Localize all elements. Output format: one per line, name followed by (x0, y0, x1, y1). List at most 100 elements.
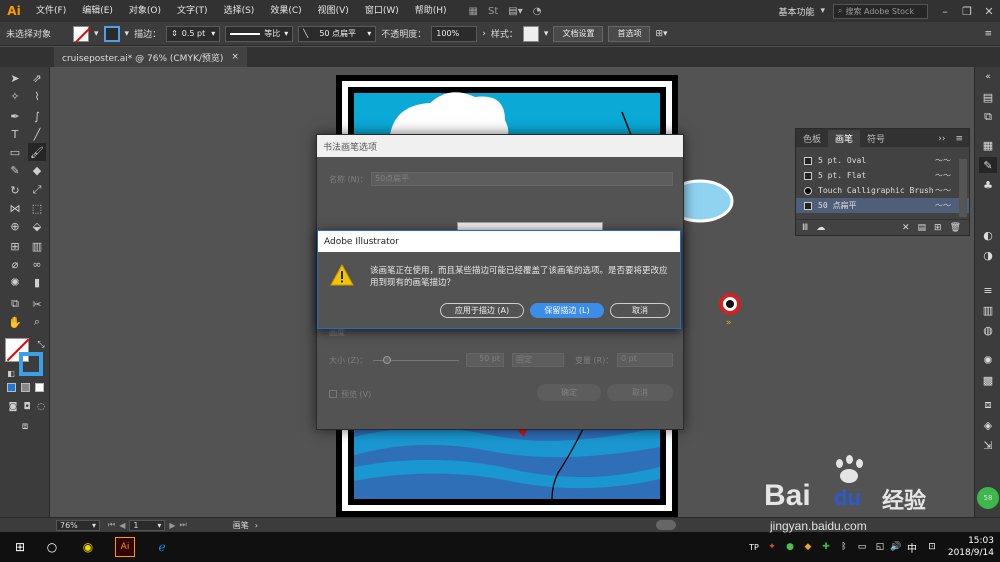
new-brush-icon[interactable]: ⊞ (934, 223, 942, 233)
horizontal-scrollbar-thumb[interactable] (656, 520, 676, 530)
gradient-tool-icon[interactable]: ▥ (28, 237, 46, 255)
shape-builder-icon[interactable]: ⊕ (6, 217, 24, 235)
cancel-button[interactable]: 取消 (607, 384, 673, 401)
appearance-icon[interactable]: ✺ (979, 352, 997, 368)
blend-tool-icon[interactable]: ∞ (28, 255, 46, 273)
preferences-button[interactable]: 首选项 (608, 25, 651, 42)
chevron-down-icon[interactable]: ▾ (125, 29, 130, 39)
remove-stroke-icon[interactable]: ✕ (902, 223, 910, 233)
menu-object[interactable]: 对象(O) (121, 0, 169, 22)
graph-tool-icon[interactable]: ▮ (28, 273, 46, 291)
stroke-swatch[interactable] (103, 25, 120, 42)
stroke-icon[interactable]: ≡ (979, 282, 997, 298)
collapse-dock-icon[interactable]: « (979, 69, 997, 85)
ime-indicator[interactable]: 中 (902, 537, 922, 557)
graphic-styles-icon[interactable]: ▩ (979, 372, 997, 388)
perspective-grid-icon[interactable]: ⊞ (6, 237, 24, 255)
gradient-mode-icon[interactable] (21, 383, 30, 392)
restore-button[interactable]: ❐ (956, 5, 978, 18)
document-setup-button[interactable]: 文档设置 (553, 25, 604, 42)
size-variation-select[interactable]: 固定 (512, 353, 564, 367)
opacity-field[interactable]: 100% (431, 25, 478, 42)
panel-menu-icon[interactable]: ≡ (984, 29, 992, 39)
libraries-icon[interactable]: ☁ (816, 223, 825, 233)
tab-symbols[interactable]: 符号 (860, 130, 892, 147)
alert-cancel-button[interactable]: 取消 (610, 303, 670, 318)
brushes-icon[interactable]: ✎ (979, 157, 997, 173)
first-artboard-icon[interactable]: ⏮ (108, 520, 115, 530)
draw-inside-icon[interactable]: ◌ (32, 398, 50, 416)
live-paint-icon[interactable]: ⬙ (28, 217, 46, 235)
workspace-switcher[interactable]: 基本功能 (772, 5, 820, 18)
fill-swatch[interactable] (73, 25, 89, 42)
last-artboard-icon[interactable]: ⏭ (180, 520, 187, 530)
zoom-select[interactable]: 76% ▾ (56, 519, 100, 531)
ok-button[interactable]: 确定 (537, 384, 601, 401)
menu-view[interactable]: 视图(V) (310, 0, 357, 22)
width-tool-icon[interactable]: ⋈ (6, 199, 24, 217)
close-tab-icon[interactable]: × (231, 52, 239, 62)
stroke-profile-select[interactable]: 等比 ▾ (225, 25, 294, 42)
stepper-icon[interactable]: ⇕ (171, 29, 178, 38)
chevron-down-icon[interactable]: ▾ (820, 6, 825, 16)
brush-item[interactable]: 5 pt. Flat ～～ (796, 168, 969, 183)
curvature-tool-icon[interactable]: ∫ (28, 107, 46, 125)
type-tool-icon[interactable]: T (6, 125, 24, 143)
brush-item[interactable]: Touch Calligraphic Brush ～～ (796, 183, 969, 198)
variation-input[interactable]: 0 pt (617, 353, 673, 367)
tray-icon[interactable]: ● (780, 537, 800, 557)
stroke-weight-field[interactable]: ⇕ 0.5 pt ▾ (166, 25, 221, 42)
pen-tool-icon[interactable]: ✒ (6, 107, 24, 125)
layers-stack-icon[interactable]: ◈ (979, 417, 997, 433)
stock-icon[interactable]: St (488, 6, 498, 17)
taskbar-clock[interactable]: 15:03 2018/9/14 (948, 535, 994, 559)
transparency-icon[interactable]: ◍ (979, 322, 997, 338)
eyedropper-icon[interactable]: ⌀ (6, 255, 24, 273)
next-artboard-icon[interactable]: ▶ (169, 521, 175, 530)
delete-brush-icon[interactable]: 🗑 (950, 223, 961, 233)
tray-icon[interactable]: TP (744, 537, 764, 557)
zoom-tool-icon[interactable]: ⌕ (28, 313, 46, 331)
properties-icon[interactable]: ▤ (979, 89, 997, 105)
prev-artboard-icon[interactable]: ◀ (119, 521, 125, 530)
menu-type[interactable]: 文字(T) (169, 0, 216, 22)
line-tool-icon[interactable]: ╱ (28, 125, 46, 143)
symbols-icon[interactable]: ♣ (979, 177, 997, 193)
menu-edit[interactable]: 编辑(E) (74, 0, 121, 22)
minimize-button[interactable]: – (934, 5, 956, 18)
chevron-right-icon[interactable]: › (482, 29, 486, 39)
none-mode-icon[interactable] (35, 383, 44, 392)
chevron-right-icon[interactable]: › (255, 521, 258, 530)
shaper-tool-icon[interactable]: ✎ (6, 161, 24, 179)
panel-scrollbar[interactable] (959, 159, 967, 217)
menu-select[interactable]: 选择(S) (216, 0, 263, 22)
graphic-style-swatch[interactable] (522, 25, 539, 42)
stroke-color-box[interactable] (19, 352, 43, 376)
brush-definition-select[interactable]: ╲ 50 点扁平 ▾ (298, 25, 377, 42)
artboard-number-select[interactable]: 1 ▾ (129, 519, 166, 531)
bridge-icon[interactable]: ▦ (469, 6, 478, 17)
tray-icon[interactable]: ✚ (816, 537, 836, 557)
stroke-label[interactable]: 描边： (134, 27, 161, 40)
document-tab[interactable]: cruiseposter.ai* @ 76% (CMYK/预览) × (54, 47, 247, 67)
tab-swatches[interactable]: 色板 (796, 130, 828, 147)
input-mode-icon[interactable]: ⊡ (922, 537, 942, 557)
panel-menu-icon[interactable]: ≡ (949, 131, 969, 147)
gradient-icon[interactable]: ▥ (979, 302, 997, 318)
windows-start-icon[interactable]: ⊞ (10, 537, 30, 557)
keep-strokes-button[interactable]: 保留描边 (L) (530, 303, 604, 318)
opacity-label[interactable]: 不透明度： (381, 27, 426, 40)
task-view-icon[interactable]: ○ (42, 537, 62, 557)
brush-item[interactable]: 5 pt. Oval ～～ (796, 153, 969, 168)
eraser-tool-icon[interactable]: ◆ (28, 161, 46, 179)
lasso-icon[interactable]: ⌇ (28, 87, 46, 105)
slice-tool-icon[interactable]: ✂ (28, 295, 46, 313)
close-window-button[interactable]: ✕ (978, 5, 1000, 18)
menu-effect[interactable]: 效果(C) (262, 0, 309, 22)
color-guide-icon[interactable]: ◑ (979, 247, 997, 263)
free-transform-icon[interactable]: ⬚ (28, 199, 46, 217)
layers-icon[interactable]: ⧉ (979, 109, 997, 125)
tray-icon[interactable]: ◆ (798, 537, 818, 557)
asset-export-icon[interactable]: ⇲ (979, 437, 997, 453)
artboard-tool-icon[interactable]: ⧉ (6, 295, 24, 313)
